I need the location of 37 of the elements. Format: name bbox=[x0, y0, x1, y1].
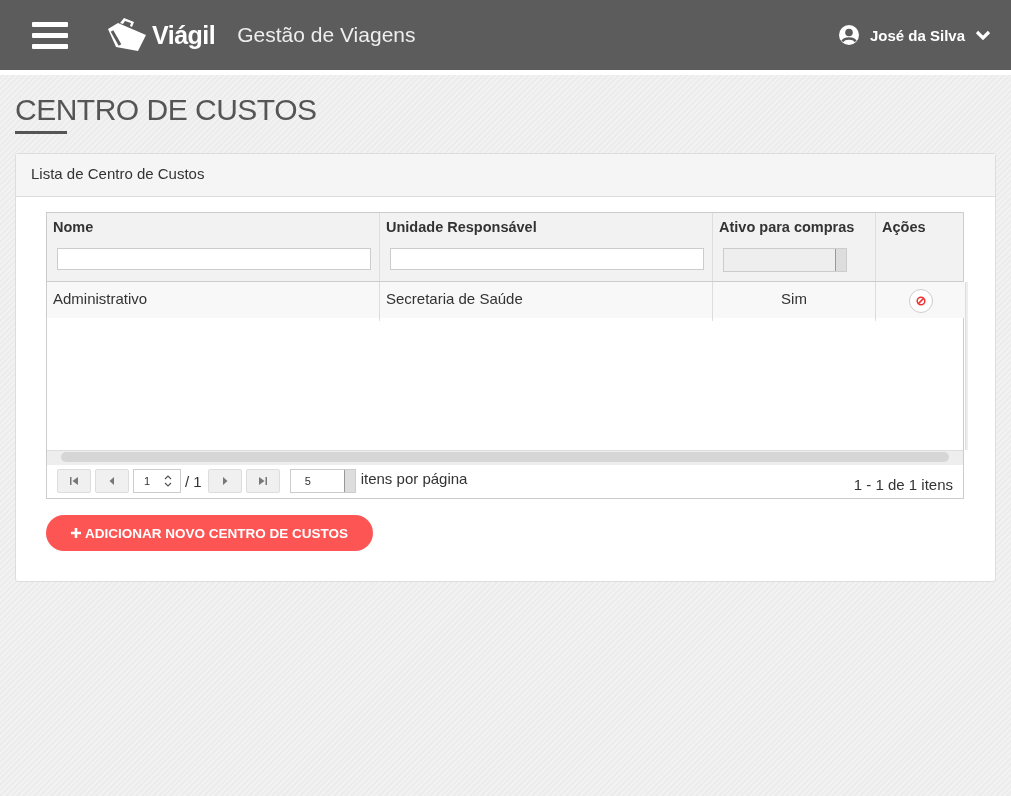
page-size-label: itens por página bbox=[360, 470, 468, 487]
column-header: Nome bbox=[53, 219, 95, 237]
page-number-field[interactable]: 1 bbox=[133, 469, 181, 493]
first-page-icon bbox=[69, 476, 79, 486]
app-subtitle: Gestão de Viagens bbox=[237, 23, 416, 47]
delete-button[interactable] bbox=[908, 289, 933, 313]
filter-dropdown[interactable] bbox=[723, 248, 847, 272]
filter-field[interactable] bbox=[390, 248, 704, 270]
next-page-button[interactable] bbox=[207, 469, 242, 493]
table-cell: Sim bbox=[781, 290, 807, 307]
page-size-dropdown[interactable]: 5 bbox=[289, 469, 356, 493]
brand-name: Viágil bbox=[152, 20, 216, 50]
panel-header: Lista de Centro de Custos bbox=[16, 154, 995, 197]
user-icon bbox=[837, 24, 860, 46]
last-page-button[interactable] bbox=[245, 469, 280, 493]
table-cell: Administrativo bbox=[53, 290, 148, 307]
last-page-icon bbox=[257, 476, 268, 486]
chevron-down-icon bbox=[975, 29, 991, 41]
page-total: / 1 bbox=[185, 472, 202, 490]
column-header: Ativo para compras bbox=[719, 219, 856, 237]
horizontal-scrollbar[interactable] bbox=[47, 450, 963, 465]
previous-page-button[interactable] bbox=[95, 469, 129, 493]
menu-icon[interactable] bbox=[32, 21, 68, 49]
previous-page-icon bbox=[107, 476, 117, 486]
prohibited-icon bbox=[915, 296, 926, 306]
suitcase-icon bbox=[106, 17, 148, 53]
filter-field[interactable] bbox=[57, 248, 371, 270]
plus-icon bbox=[71, 528, 81, 538]
table-cell: Secretaria de Saúde bbox=[386, 290, 523, 307]
column-header: Ações bbox=[882, 219, 927, 237]
first-page-button[interactable] bbox=[57, 469, 91, 493]
pager-summary: 1 - 1 de 1 itens bbox=[853, 475, 953, 493]
column-header: Unidade Responsável bbox=[386, 219, 538, 237]
user-menu[interactable]: José da Silva bbox=[837, 24, 991, 46]
page-title: CENTRO DE CUSTOS bbox=[15, 92, 317, 128]
vertical-scrollbar[interactable] bbox=[965, 282, 968, 450]
spinner-arrows-icon bbox=[164, 475, 172, 487]
